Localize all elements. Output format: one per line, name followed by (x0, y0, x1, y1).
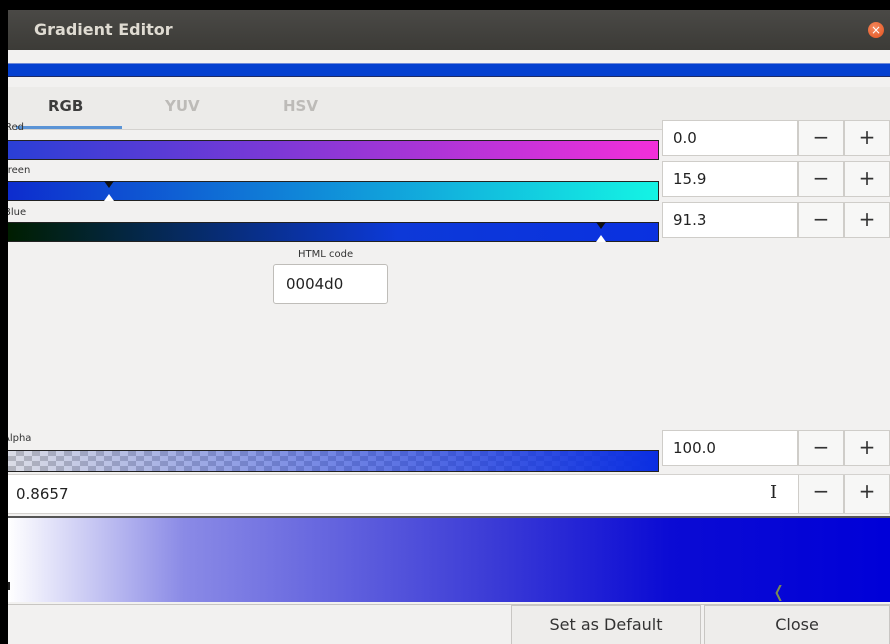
blue-decrement-button[interactable]: − (798, 202, 844, 238)
blue-value-field[interactable]: 91.3 (662, 202, 798, 238)
alpha-increment-button[interactable]: + (844, 430, 890, 466)
gradient-start-stop-icon[interactable] (8, 582, 10, 590)
position-decrement-button[interactable]: − (798, 475, 844, 513)
red-decrement-button[interactable]: − (798, 120, 844, 156)
html-code-input[interactable]: 0004d0 (273, 264, 388, 304)
dialog-footer: Set as Default Close (8, 604, 890, 644)
html-code-label: HTML code (298, 249, 354, 260)
green-increment-button[interactable]: + (844, 161, 890, 197)
close-window-icon[interactable]: × (868, 22, 884, 38)
blue-marker-top-icon[interactable] (596, 222, 606, 229)
current-color-strip (8, 50, 890, 84)
active-tab-indicator (16, 126, 122, 129)
blue-slider[interactable] (8, 222, 659, 242)
green-marker-top-icon[interactable] (104, 181, 114, 188)
blue-marker-bottom-icon[interactable] (596, 235, 606, 242)
gradient-stop-handle-icon[interactable]: ❬ (772, 582, 785, 601)
window-title: Gradient Editor (34, 20, 173, 39)
position-increment-button[interactable]: + (844, 475, 890, 513)
green-label: Green (8, 165, 31, 176)
set-as-default-button[interactable]: Set as Default (511, 605, 701, 644)
green-decrement-button[interactable]: − (798, 161, 844, 197)
alpha-label: Alpha (8, 433, 32, 444)
blue-label: Blue (8, 207, 27, 218)
red-value-field[interactable]: 0.0 (662, 120, 798, 156)
gradient-editor-window: Gradient Editor × RGB YUV HSV Red 0.0 − … (8, 10, 890, 644)
tab-rgb[interactable]: RGB (48, 97, 83, 115)
alpha-decrement-button[interactable]: − (798, 430, 844, 466)
gradient-preview[interactable] (8, 516, 890, 602)
red-increment-button[interactable]: + (844, 120, 890, 156)
current-color-bar (8, 63, 890, 77)
text-cursor-icon: I (770, 482, 778, 503)
blue-increment-button[interactable]: + (844, 202, 890, 238)
green-value-field[interactable]: 15.9 (662, 161, 798, 197)
green-marker-bottom-icon[interactable] (104, 194, 114, 201)
title-bar: Gradient Editor × (8, 10, 890, 50)
tab-yuv[interactable]: YUV (165, 97, 200, 115)
red-slider[interactable] (8, 140, 659, 160)
alpha-slider[interactable] (8, 450, 659, 472)
tab-hsv[interactable]: HSV (283, 97, 318, 115)
alpha-value-field[interactable]: 100.0 (662, 430, 798, 466)
close-button[interactable]: Close (704, 605, 890, 644)
stop-position-input[interactable]: 0.8657 (16, 485, 69, 503)
stop-position-row: 0.8657 I − + (8, 474, 890, 514)
red-label: Red (8, 122, 24, 133)
